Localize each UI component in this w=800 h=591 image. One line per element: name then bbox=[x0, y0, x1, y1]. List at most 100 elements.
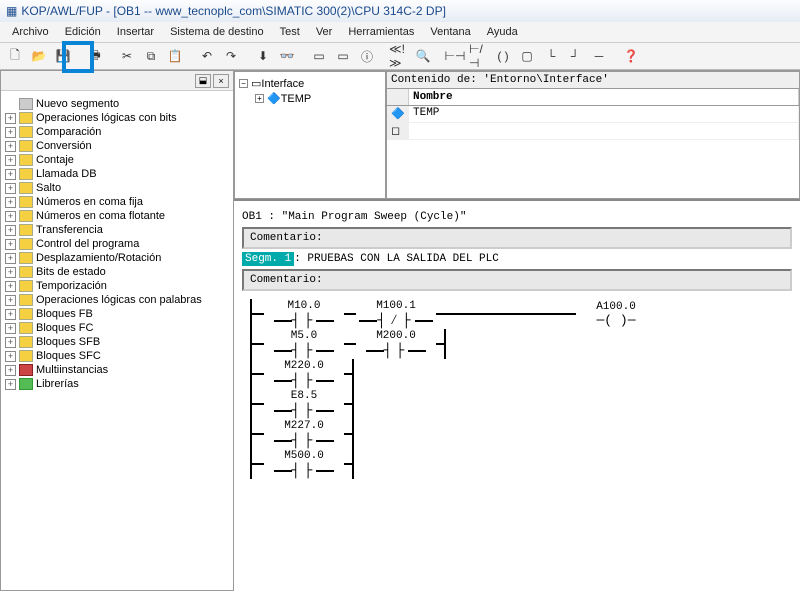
expand-icon[interactable]: + bbox=[5, 379, 16, 390]
contact-m5[interactable]: M5.0 ┤├ bbox=[264, 330, 344, 359]
sidebar-item-label: Números en coma fija bbox=[36, 196, 143, 208]
contact-no-icon[interactable]: ⊢⊣ bbox=[444, 45, 466, 67]
sidebar-item[interactable]: +Operaciones lógicas con palabras bbox=[5, 293, 229, 307]
branch-close-icon[interactable]: ┘ bbox=[564, 45, 586, 67]
contact-m10[interactable]: M10.0 ┤├ bbox=[264, 300, 344, 329]
sidebar-item[interactable]: +Bits de estado bbox=[5, 265, 229, 279]
sidebar-item[interactable]: +Operaciones lógicas con bits bbox=[5, 111, 229, 125]
block-icon[interactable]: ▭ bbox=[308, 45, 330, 67]
ladder-network[interactable]: M10.0 ┤├ M100.1 ┤∕├ A100.0 ─( )─ bbox=[250, 299, 792, 479]
segment-comment[interactable]: Comentario: bbox=[242, 269, 792, 291]
expand-icon[interactable]: + bbox=[5, 295, 16, 306]
sidebar-item-label: Transferencia bbox=[36, 224, 103, 236]
expand-icon[interactable]: + bbox=[5, 239, 16, 250]
sidebar-item[interactable]: +Salto bbox=[5, 181, 229, 195]
save-icon[interactable]: 💾 bbox=[52, 45, 74, 67]
undo-icon[interactable]: ↶ bbox=[196, 45, 218, 67]
new-icon[interactable]: 🗋 bbox=[4, 45, 26, 67]
sidebar-item[interactable]: +Bloques SFC bbox=[5, 349, 229, 363]
contact-m100[interactable]: M100.1 ┤∕├ bbox=[356, 300, 436, 329]
segment-label[interactable]: Segm. 1 bbox=[242, 252, 294, 266]
cell-empty[interactable] bbox=[409, 123, 799, 139]
expand-icon[interactable]: + bbox=[5, 113, 16, 124]
contact-m220[interactable]: M220.0┤├ bbox=[264, 360, 344, 389]
box-icon[interactable]: ▢ bbox=[516, 45, 538, 67]
folder-icon bbox=[19, 182, 33, 194]
network-icon[interactable]: ▭ bbox=[332, 45, 354, 67]
cell-temp[interactable]: TEMP bbox=[409, 106, 799, 122]
sidebar-item[interactable]: +Llamada DB bbox=[5, 167, 229, 181]
contact-e85[interactable]: E8.5┤├ bbox=[264, 390, 344, 419]
info-icon[interactable]: ⓘ bbox=[356, 45, 378, 67]
expand-icon[interactable]: + bbox=[5, 323, 16, 334]
expand-icon[interactable]: + bbox=[5, 351, 16, 362]
coil-a100[interactable]: A100.0 ─( )─ bbox=[576, 301, 656, 328]
expand-icon[interactable]: + bbox=[5, 309, 16, 320]
redo-icon[interactable]: ↷ bbox=[220, 45, 242, 67]
open-icon[interactable]: 📂 bbox=[28, 45, 50, 67]
expand-icon[interactable]: + bbox=[5, 169, 16, 180]
menu-ventana[interactable]: Ventana bbox=[424, 24, 476, 40]
branch-open-icon[interactable]: └ bbox=[540, 45, 562, 67]
sidebar-item[interactable]: +Contaje bbox=[5, 153, 229, 167]
sidebar-item[interactable]: +Bloques SFB bbox=[5, 335, 229, 349]
contact-m227[interactable]: M227.0┤├ bbox=[264, 420, 344, 449]
paste-icon[interactable]: 📋 bbox=[164, 45, 186, 67]
menu-archivo[interactable]: Archivo bbox=[6, 24, 55, 40]
expand-icon[interactable]: + bbox=[5, 281, 16, 292]
expand-icon[interactable]: + bbox=[5, 127, 16, 138]
collapse-icon[interactable]: − bbox=[239, 79, 248, 88]
sidebar-item[interactable]: +Librerías bbox=[5, 377, 229, 391]
expand-icon[interactable]: + bbox=[5, 155, 16, 166]
sidebar-item[interactable]: +Bloques FB bbox=[5, 307, 229, 321]
expand-icon[interactable]: + bbox=[5, 183, 16, 194]
sidebar-item[interactable]: +Conversión bbox=[5, 139, 229, 153]
expand-icon[interactable]: + bbox=[5, 225, 16, 236]
menu-ayuda[interactable]: Ayuda bbox=[481, 24, 524, 40]
ob1-comment[interactable]: Comentario: bbox=[242, 227, 792, 249]
expand-icon[interactable]: + bbox=[5, 365, 16, 376]
sidebar-item[interactable]: + Números en coma fija bbox=[5, 195, 229, 209]
find-icon[interactable]: 🔍 bbox=[412, 45, 434, 67]
monitor-icon[interactable]: 👓 bbox=[276, 45, 298, 67]
sidebar-item[interactable]: Nuevo segmento bbox=[5, 97, 229, 111]
contact-m200[interactable]: M200.0 ┤├ bbox=[356, 330, 436, 359]
ladder-editor[interactable]: OB1 : "Main Program Sweep (Cycle)" Comen… bbox=[234, 201, 800, 591]
interface-tree[interactable]: −▭ Interface +🔷 TEMP bbox=[234, 71, 386, 199]
sidebar-item[interactable]: +Control del programa bbox=[5, 237, 229, 251]
goto-icon[interactable]: ≪!≫ bbox=[388, 45, 410, 67]
sidebar-item[interactable]: +Bloques FC bbox=[5, 321, 229, 335]
menu-herramientas[interactable]: Herramientas bbox=[342, 24, 420, 40]
expand-icon[interactable]: + bbox=[5, 211, 16, 222]
sidebar-item[interactable]: +Temporización bbox=[5, 279, 229, 293]
expand-icon[interactable]: + bbox=[5, 141, 16, 152]
instruction-tree[interactable]: Nuevo segmento+Operaciones lógicas con b… bbox=[1, 91, 233, 590]
cut-icon[interactable]: ✂ bbox=[116, 45, 138, 67]
sidebar-close-icon[interactable]: × bbox=[213, 74, 229, 88]
copy-icon[interactable]: ⧉ bbox=[140, 45, 162, 67]
sidebar-item[interactable]: +Comparación bbox=[5, 125, 229, 139]
contact-m500[interactable]: M500.0┤├ bbox=[264, 450, 344, 479]
expand-icon[interactable]: + bbox=[255, 94, 264, 103]
sidebar-item[interactable]: + Números en coma flotante bbox=[5, 209, 229, 223]
help-icon[interactable]: ❓ bbox=[620, 45, 642, 67]
expand-icon[interactable]: + bbox=[5, 197, 16, 208]
sidebar-pin-icon[interactable]: ⬓ bbox=[195, 74, 211, 88]
expand-icon[interactable]: + bbox=[5, 337, 16, 348]
sidebar-item-label: Números en coma flotante bbox=[36, 210, 165, 222]
menu-ver[interactable]: Ver bbox=[310, 24, 339, 40]
menu-insertar[interactable]: Insertar bbox=[111, 24, 160, 40]
expand-icon[interactable]: + bbox=[5, 267, 16, 278]
coil-icon[interactable]: ( ) bbox=[492, 45, 514, 67]
download-icon[interactable]: ⬇ bbox=[252, 45, 274, 67]
menu-edicion[interactable]: Edición bbox=[59, 24, 107, 40]
connection-icon[interactable]: ─ bbox=[588, 45, 610, 67]
sidebar-item[interactable]: + Transferencia bbox=[5, 223, 229, 237]
menu-sistema[interactable]: Sistema de destino bbox=[164, 24, 270, 40]
print-icon[interactable]: 🖶 bbox=[84, 45, 106, 67]
sidebar-item[interactable]: +Desplazamiento/Rotación bbox=[5, 251, 229, 265]
expand-icon[interactable]: + bbox=[5, 253, 16, 264]
sidebar-item[interactable]: +Multiinstancias bbox=[5, 363, 229, 377]
contact-nc-icon[interactable]: ⊢/⊣ bbox=[468, 45, 490, 67]
menu-test[interactable]: Test bbox=[274, 24, 306, 40]
